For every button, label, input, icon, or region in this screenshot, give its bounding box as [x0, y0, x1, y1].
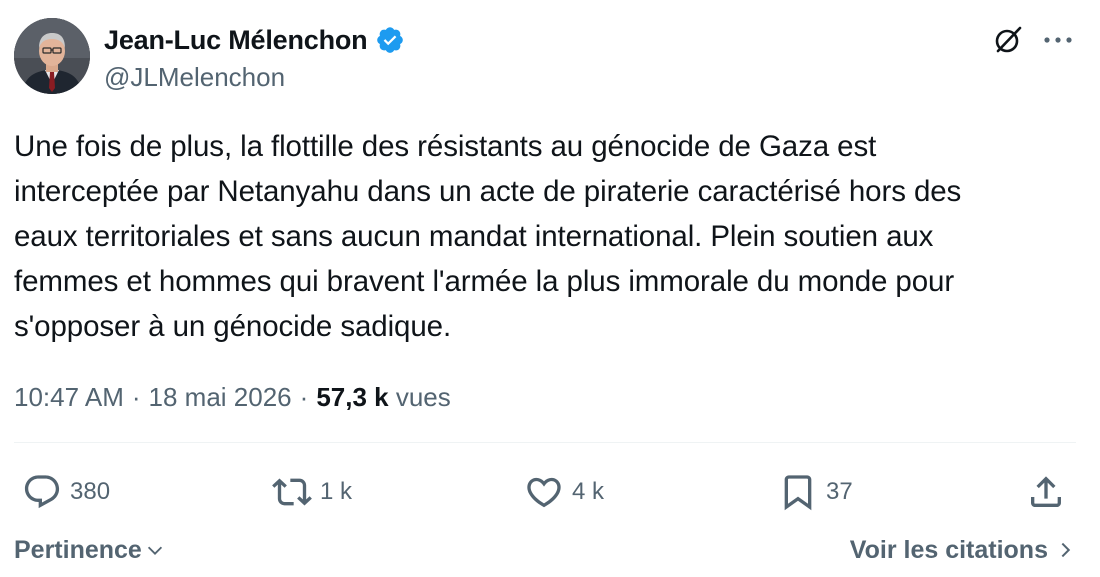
author-display-name[interactable]: Jean-Luc Mélenchon [104, 25, 368, 56]
repost-button[interactable]: 1 k [272, 470, 352, 514]
bookmark-button[interactable]: 37 [778, 470, 853, 514]
views-label: vues [395, 381, 451, 412]
author-handle[interactable]: @JLMelenchon [104, 62, 285, 93]
reply-icon [24, 475, 60, 509]
reply-count: 380 [70, 478, 111, 505]
bookmark-icon [784, 475, 812, 511]
author-name-row[interactable]: Jean-Luc Mélenchon [104, 22, 405, 58]
chevron-right-icon [1061, 542, 1071, 558]
sort-replies-dropdown[interactable]: Pertinence [14, 532, 166, 568]
tweet-time[interactable]: 10:47 AM [14, 382, 124, 413]
tweet: Jean-Luc Mélenchon @JLMelenchon Une fois… [0, 0, 1100, 577]
views-count[interactable]: 57,3 k [316, 382, 388, 412]
avatar[interactable] [14, 18, 90, 94]
verified-badge-icon[interactable] [375, 25, 405, 55]
sort-label: Pertinence [14, 535, 142, 564]
chevron-down-icon [147, 546, 162, 555]
tweet-meta: 10:47 AM · 18 mai 2026 · 57,3 k vues [14, 377, 451, 417]
tweet-text: Une fois de plus, la flottille des résis… [14, 130, 962, 343]
like-count: 4 k [572, 478, 605, 505]
bookmark-count: 37 [826, 478, 853, 505]
divider [14, 442, 1076, 443]
heart-icon [527, 477, 561, 508]
meta-separator: · [299, 381, 309, 412]
share-button[interactable] [1026, 470, 1066, 514]
grok-icon [995, 26, 1022, 53]
more-options-button[interactable] [1040, 22, 1076, 58]
more-horizontal-icon [1044, 37, 1072, 43]
grok-button[interactable] [990, 22, 1026, 58]
avatar-image [14, 18, 90, 94]
repost-count: 1 k [320, 478, 353, 505]
meta-separator: · [131, 381, 141, 412]
view-quotes-link[interactable]: Voir les citations [850, 532, 1074, 568]
reply-button[interactable]: 380 [22, 470, 110, 514]
repost-icon [272, 478, 312, 506]
like-button[interactable]: 4 k [524, 470, 604, 514]
tweet-date[interactable]: 18 mai 2026 [149, 382, 292, 413]
quotes-label: Voir les citations [849, 535, 1048, 564]
share-icon [1031, 476, 1061, 507]
